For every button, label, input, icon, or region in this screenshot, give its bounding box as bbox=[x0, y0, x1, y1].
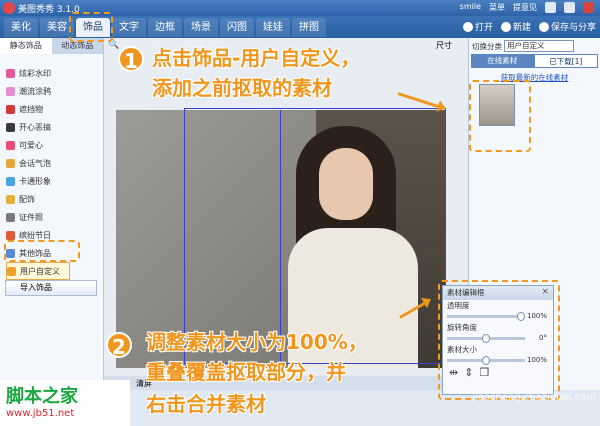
step-2-line-1: 调整素材大小为100%， bbox=[146, 330, 368, 354]
tab-downloaded[interactable]: 已下载[1] bbox=[533, 54, 598, 68]
category-item[interactable]: 配饰 bbox=[6, 190, 103, 208]
import-accessory-button[interactable]: 导入饰品 bbox=[5, 280, 97, 296]
step-2-line-2: 重叠覆盖抠取部分，并 bbox=[146, 360, 346, 384]
open-label: 打开 bbox=[474, 23, 493, 33]
category-label: 用户自定义 bbox=[20, 266, 60, 276]
save-share-button[interactable]: 保存与分享 bbox=[538, 20, 596, 33]
tab-scene[interactable]: 场景 bbox=[184, 18, 218, 37]
category-switch-row: 切换分类 用户自定义 bbox=[469, 38, 600, 54]
menu-link[interactable]: 菜单 bbox=[489, 2, 505, 13]
category-label: 配饰 bbox=[19, 194, 35, 204]
tab-flash[interactable]: 闪图 bbox=[220, 18, 254, 37]
watermark-url: www.jb51.net bbox=[6, 408, 75, 419]
save-share-label: 保存与分享 bbox=[550, 23, 596, 33]
graffiti-icon bbox=[6, 86, 15, 96]
highlight-accessory-tab bbox=[69, 12, 113, 42]
category-item[interactable]: 会话气泡 bbox=[6, 154, 103, 172]
category-label: 潮流涂鸦 bbox=[19, 86, 51, 96]
category-item[interactable]: 潮流涂鸦 bbox=[6, 82, 103, 100]
category-label: 证件照 bbox=[19, 212, 43, 222]
maximize-icon[interactable] bbox=[564, 2, 575, 13]
material-guide-line bbox=[280, 110, 281, 366]
user-name[interactable]: smile bbox=[460, 2, 481, 13]
user-folder-icon bbox=[7, 266, 16, 276]
step-1-badge: 1 bbox=[118, 46, 144, 73]
heart-icon bbox=[6, 140, 15, 150]
category-switch-label: 切换分类 bbox=[472, 41, 502, 51]
watermark-icon bbox=[6, 68, 15, 78]
step-2-badge: 2 bbox=[106, 332, 132, 359]
festival-icon bbox=[6, 230, 15, 240]
step-1-line-1: 点击饰品-用户自定义， bbox=[152, 46, 361, 70]
minimize-icon[interactable] bbox=[545, 2, 556, 13]
cartoon-icon bbox=[6, 176, 15, 186]
tab-text[interactable]: 文字 bbox=[112, 18, 146, 37]
category-label: 会话气泡 bbox=[19, 158, 51, 168]
tab-collage[interactable]: 拼图 bbox=[292, 18, 326, 37]
mask-icon bbox=[6, 104, 15, 114]
category-select[interactable]: 用户自定义 bbox=[504, 40, 574, 52]
category-label: 遮挡物 bbox=[19, 104, 43, 114]
fun-icon bbox=[6, 122, 15, 132]
step-1-line-2: 添加之前抠取的素材 bbox=[152, 76, 332, 100]
category-item-user-defined[interactable]: 用户自定义 bbox=[6, 262, 70, 280]
close-icon[interactable] bbox=[583, 2, 594, 13]
id-photo-icon bbox=[6, 212, 15, 222]
size-label: 尺寸 bbox=[436, 41, 452, 50]
category-label: 炫彩水印 bbox=[19, 68, 51, 78]
category-label: 开心恶搞 bbox=[19, 122, 51, 132]
site-watermark-left: 脚本之家 www.jb51.net bbox=[0, 380, 130, 426]
title-bar-controls: smile 菜单 提意见 bbox=[460, 2, 594, 13]
accessory-category-panel: 静态饰品 动态饰品 炫彩水印 潮流涂鸦 遮挡物 开心恶搞 可爱心 会话气泡 卡通… bbox=[0, 38, 104, 390]
highlight-material-box bbox=[438, 280, 560, 400]
meitu-app-window: 美图秀秀 3.1.0 smile 菜单 提意见 美化 美容 饰品 文字 边框 场… bbox=[0, 0, 600, 426]
plus-icon bbox=[500, 21, 511, 32]
feedback-link[interactable]: 提意见 bbox=[513, 2, 537, 13]
category-item[interactable]: 遮挡物 bbox=[6, 100, 103, 118]
tab-doll[interactable]: 娃娃 bbox=[256, 18, 290, 37]
tab-static-accessories[interactable]: 静态饰品 bbox=[0, 38, 52, 54]
save-icon bbox=[538, 21, 549, 32]
watermark-title: 脚本之家 bbox=[6, 386, 78, 407]
tab-beautify[interactable]: 美化 bbox=[4, 18, 38, 37]
category-item[interactable]: 开心恶搞 bbox=[6, 118, 103, 136]
material-bounding-box[interactable] bbox=[184, 108, 446, 364]
folder-icon bbox=[462, 21, 473, 32]
speech-bubble-icon bbox=[6, 158, 15, 168]
accessory-icon bbox=[6, 194, 15, 204]
new-button[interactable]: 新建 bbox=[500, 20, 531, 33]
category-label: 可爱心 bbox=[19, 140, 43, 150]
category-label: 卡通形象 bbox=[19, 176, 51, 186]
category-item[interactable]: 炫彩水印 bbox=[6, 64, 103, 82]
category-label: 缤纷节日 bbox=[19, 230, 51, 240]
category-item[interactable]: 卡通形象 bbox=[6, 172, 103, 190]
site-watermark-right: jiaocheng.chazidian.com bbox=[472, 392, 596, 403]
highlight-user-defined bbox=[4, 240, 80, 262]
category-item[interactable]: 可爱心 bbox=[6, 136, 103, 154]
highlight-thumbnail bbox=[469, 80, 531, 152]
toolbar-right: 打开 新建 保存与分享 bbox=[462, 20, 596, 33]
app-logo-icon bbox=[3, 2, 15, 14]
category-item[interactable]: 证件照 bbox=[6, 208, 103, 226]
new-label: 新建 bbox=[512, 23, 531, 33]
open-button[interactable]: 打开 bbox=[462, 20, 493, 33]
tab-online-material[interactable]: 在线素材 bbox=[471, 54, 534, 68]
step-2-line-3: 右击合并素材 bbox=[146, 392, 266, 416]
tab-frame[interactable]: 边框 bbox=[148, 18, 182, 37]
